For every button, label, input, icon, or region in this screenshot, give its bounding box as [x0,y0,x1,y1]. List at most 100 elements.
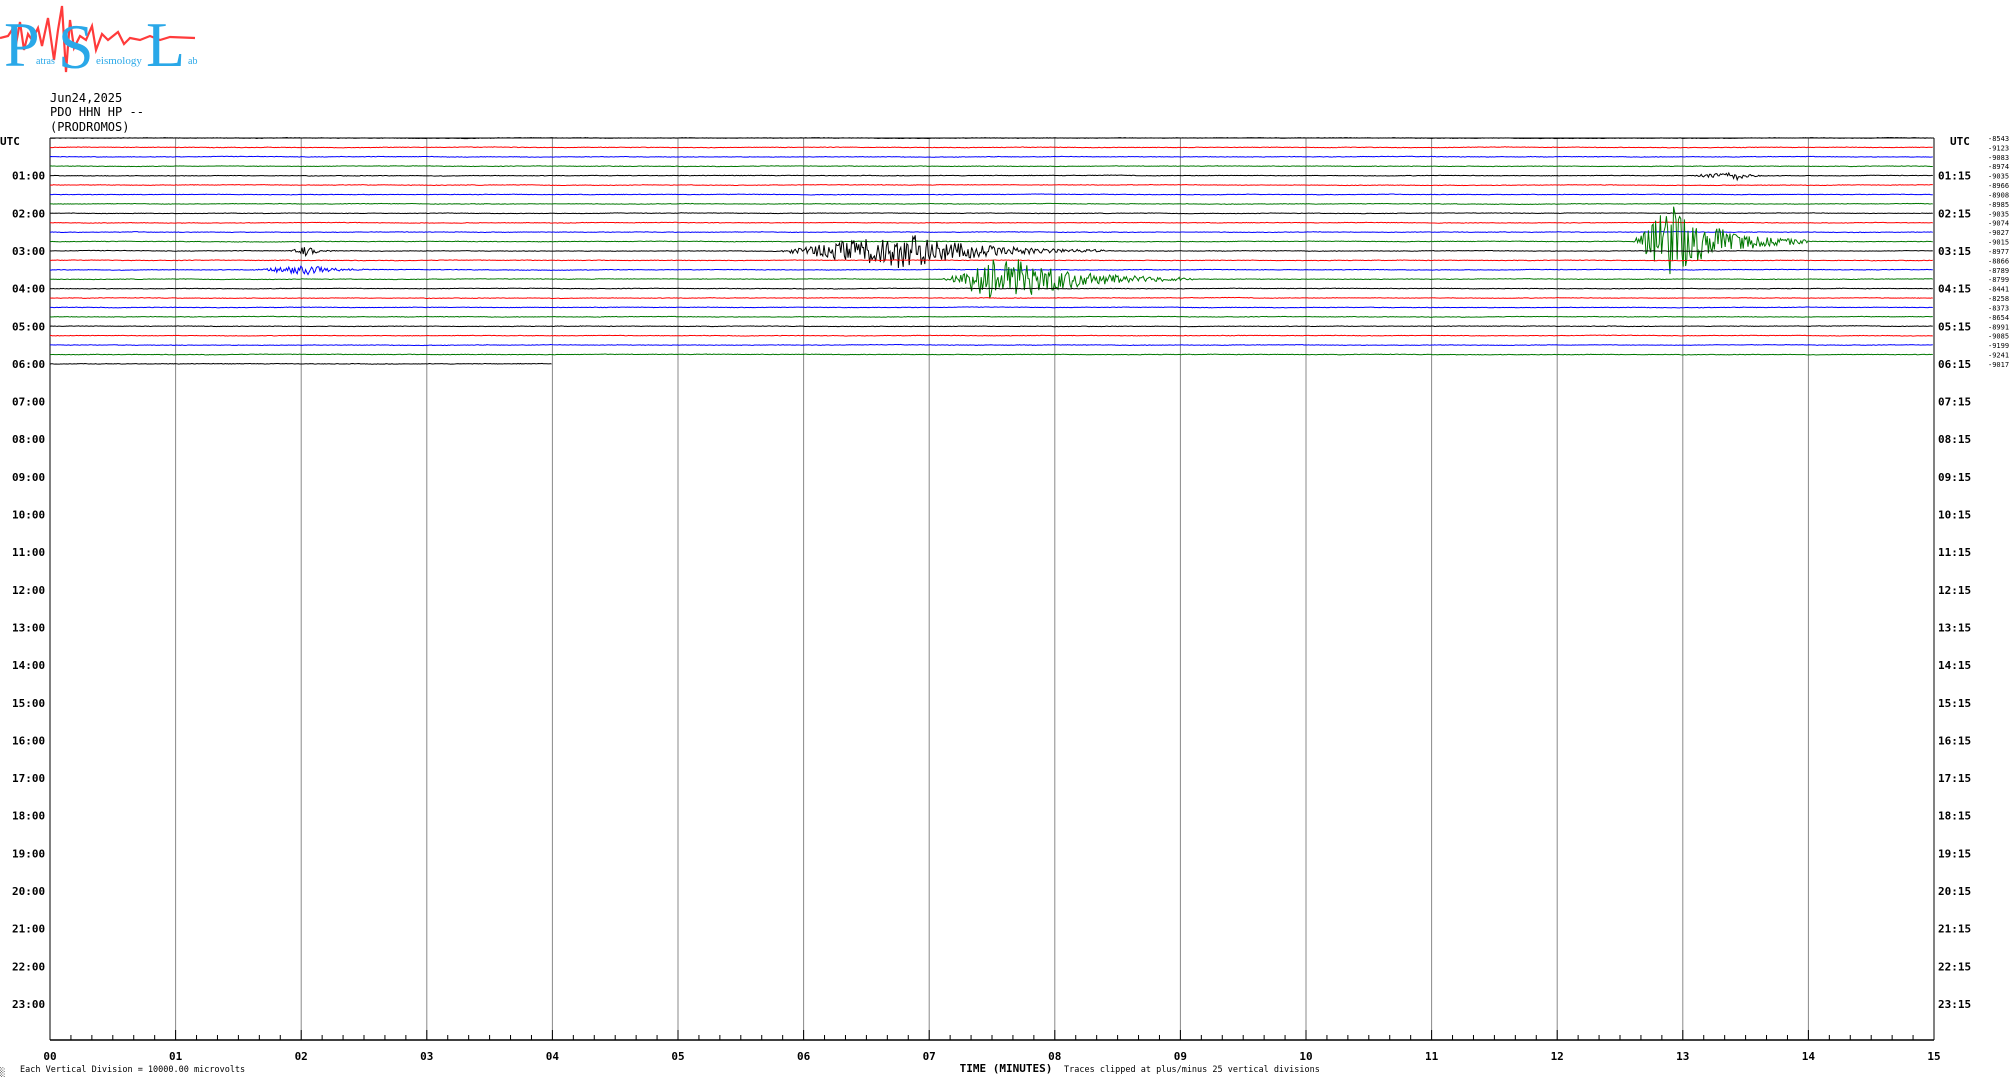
seismic-trace [49,334,1933,337]
trace-offset-label: -8543 [1988,135,2009,143]
right-hour-label: 03:15 [1938,245,1971,258]
x-tick-label: 05 [671,1050,684,1063]
x-tick-label: 03 [420,1050,433,1063]
seismic-trace [49,171,1933,182]
right-hour-label: 07:15 [1938,396,1971,409]
left-hour-label: 12:00 [12,584,45,597]
clip-note: Traces clipped at plus/minus 25 vertical… [1064,1065,1320,1075]
left-utc-title: UTC [0,135,20,148]
x-tick-label: 14 [1802,1050,1816,1063]
trace-offset-label: -8977 [1988,248,2009,256]
x-tick-label: 15 [1927,1050,1940,1063]
right-hour-label: 12:15 [1938,584,1971,597]
left-hour-label: 19:00 [12,847,45,860]
x-tick-label: 04 [546,1050,560,1063]
left-hour-label: 13:00 [12,621,45,634]
seismic-trace [49,165,1933,168]
right-hour-label: 05:15 [1938,320,1971,333]
left-hour-label: 07:00 [12,396,45,409]
trace-offset-label: -8789 [1988,267,2009,275]
left-hour-label: 10:00 [12,509,45,522]
trace-offset-label: -9027 [1988,229,2009,237]
trace-offset-label: -8799 [1988,276,2009,284]
right-hour-label: 10:15 [1938,509,1971,522]
seismic-trace [49,287,1933,290]
x-tick-label: 13 [1676,1050,1689,1063]
right-hour-label: 09:15 [1938,471,1971,484]
right-hour-label: 11:15 [1938,546,1971,559]
trace-offset-label: -9241 [1988,351,2009,359]
seismic-trace [49,206,1933,275]
right-hour-label: 06:15 [1938,358,1971,371]
left-hour-label: 03:00 [12,245,45,258]
left-hour-label: 23:00 [12,998,45,1011]
x-tick-label: 01 [169,1050,183,1063]
left-hour-label: 15:00 [12,697,45,710]
right-utc-title: UTC [1950,135,1970,148]
trace-offset-label: -9074 [1988,220,2009,228]
left-hour-label: 02:00 [12,207,45,220]
x-tick-label: 09 [1174,1050,1187,1063]
x-tick-label: 10 [1299,1050,1312,1063]
right-hour-label: 08:15 [1938,433,1971,446]
seismic-trace [49,259,1933,299]
seismic-trace [49,343,1933,347]
trace-offset-label: -8866 [1988,257,2009,265]
seismic-trace [49,146,1933,149]
right-hour-label: 13:15 [1938,621,1971,634]
helicorder-chart: 00 01 02 03 04 05 06 07 08 09 10 11 12 13 14 15TIME (MI… [0,135,2009,1075]
trace-offset-label: -8991 [1988,323,2009,331]
left-hour-label: 08:00 [12,433,45,446]
x-axis-title: TIME (MINUTES) [960,1062,1053,1075]
right-hour-label: 20:15 [1938,885,1971,898]
trace-offset-label: -8974 [1988,163,2009,171]
seismic-trace [49,212,1933,215]
seismic-trace [49,265,1933,276]
x-tick-label: 11 [1425,1050,1439,1063]
left-hour-label: 22:00 [12,960,45,973]
left-hour-label: 16:00 [12,734,45,747]
right-hour-label: 01:15 [1938,170,1971,183]
minute-grid [49,137,1935,1041]
left-hour-label: 11:00 [12,546,45,559]
trace-offset-label: -9123 [1988,144,2009,152]
right-hour-label: 04:15 [1938,283,1971,296]
left-hour-label: 21:00 [12,923,45,936]
trace-offset-label: -9035 [1988,173,2009,181]
left-hour-label: 06:00 [12,358,45,371]
trace-offset-label: -8985 [1988,201,2009,209]
left-hour-label: 18:00 [12,810,45,823]
right-hour-label: 02:15 [1938,207,1971,220]
seismic-trace [49,193,1933,196]
trace-offset-label: -9015 [1988,239,2009,247]
right-hour-label: 17:15 [1938,772,1971,785]
trace-offset-label: -8654 [1988,314,2009,322]
right-hour-label: 15:15 [1938,697,1971,710]
seismic-trace [49,325,1933,328]
right-hour-label: 18:15 [1938,810,1971,823]
seismic-trace [49,202,1933,206]
seismic-trace [49,221,1933,224]
x-tick-label: 06 [797,1050,811,1063]
left-hour-label: 04:00 [12,283,45,296]
x-tick-label: 02 [295,1050,308,1063]
trace-offset-label: -8441 [1988,286,2009,294]
trace-offset-label: -9085 [1988,333,2009,341]
scale-note: Each Vertical Division = 10000.00 microv… [20,1065,246,1075]
seismic-trace [49,296,1933,300]
left-hour-label: 09:00 [12,471,45,484]
seismic-traces [49,136,1933,365]
right-hour-label: 21:15 [1938,923,1971,936]
seismic-trace [49,353,1933,356]
left-hour-label: 20:00 [12,885,45,898]
seismic-trace [49,315,1933,318]
x-tick-label: 07 [923,1050,936,1063]
trace-offset-label: -8908 [1988,191,2009,199]
trace-offset-label: -8373 [1988,304,2009,312]
trace-offset-label: -8966 [1988,182,2009,190]
trace-offset-label: -9017 [1988,361,2009,369]
left-hour-label: 01:00 [12,170,45,183]
right-hour-label: 22:15 [1938,960,1971,973]
x-tick-label: 00 [43,1050,56,1063]
left-hour-label: 17:00 [12,772,45,785]
